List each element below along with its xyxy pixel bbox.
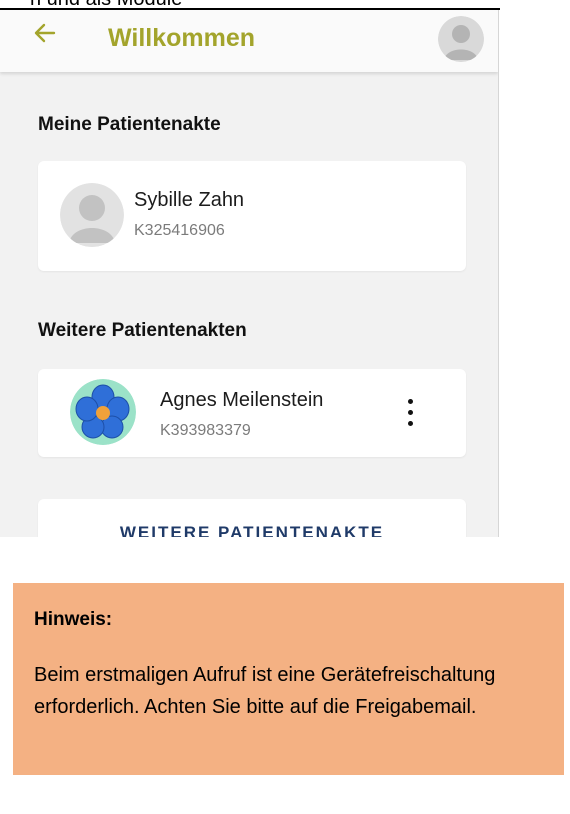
- section-title-own: Meine Patientenakte: [38, 114, 221, 135]
- page-title: Willkommen: [108, 24, 256, 52]
- patient-id: K393983379: [160, 422, 251, 439]
- user-avatar-icon[interactable]: [438, 16, 484, 62]
- app-screen: Willkommen Meine Patientenakte Sybille Z…: [0, 10, 499, 537]
- add-record-button[interactable]: WEITERE PATIENTENAKTE: [38, 499, 466, 537]
- more-vertical-icon[interactable]: [400, 395, 420, 431]
- user-avatar-icon: [60, 183, 124, 247]
- add-record-button-label: WEITERE PATIENTENAKTE: [119, 523, 385, 537]
- patient-name: Sybille Zahn: [134, 189, 245, 211]
- flower-avatar-icon: [70, 379, 136, 445]
- patient-name: Agnes Meilenstein: [160, 389, 324, 411]
- patient-id: K325416906: [134, 222, 225, 239]
- own-record-card[interactable]: Sybille Zahn K325416906: [38, 161, 466, 271]
- note-box: Hinweis: Beim erstmaligen Aufruf ist ein…: [13, 583, 564, 775]
- other-record-card[interactable]: Agnes Meilenstein K393983379: [38, 369, 466, 457]
- section-title-others: Weitere Patientenakten: [38, 320, 247, 341]
- note-title: Hinweis:: [34, 609, 113, 630]
- arrow-left-icon[interactable]: [32, 20, 58, 46]
- note-text: Beim erstmaligen Aufruf ist eine Gerätef…: [34, 664, 496, 718]
- app-bar: Willkommen: [0, 10, 498, 72]
